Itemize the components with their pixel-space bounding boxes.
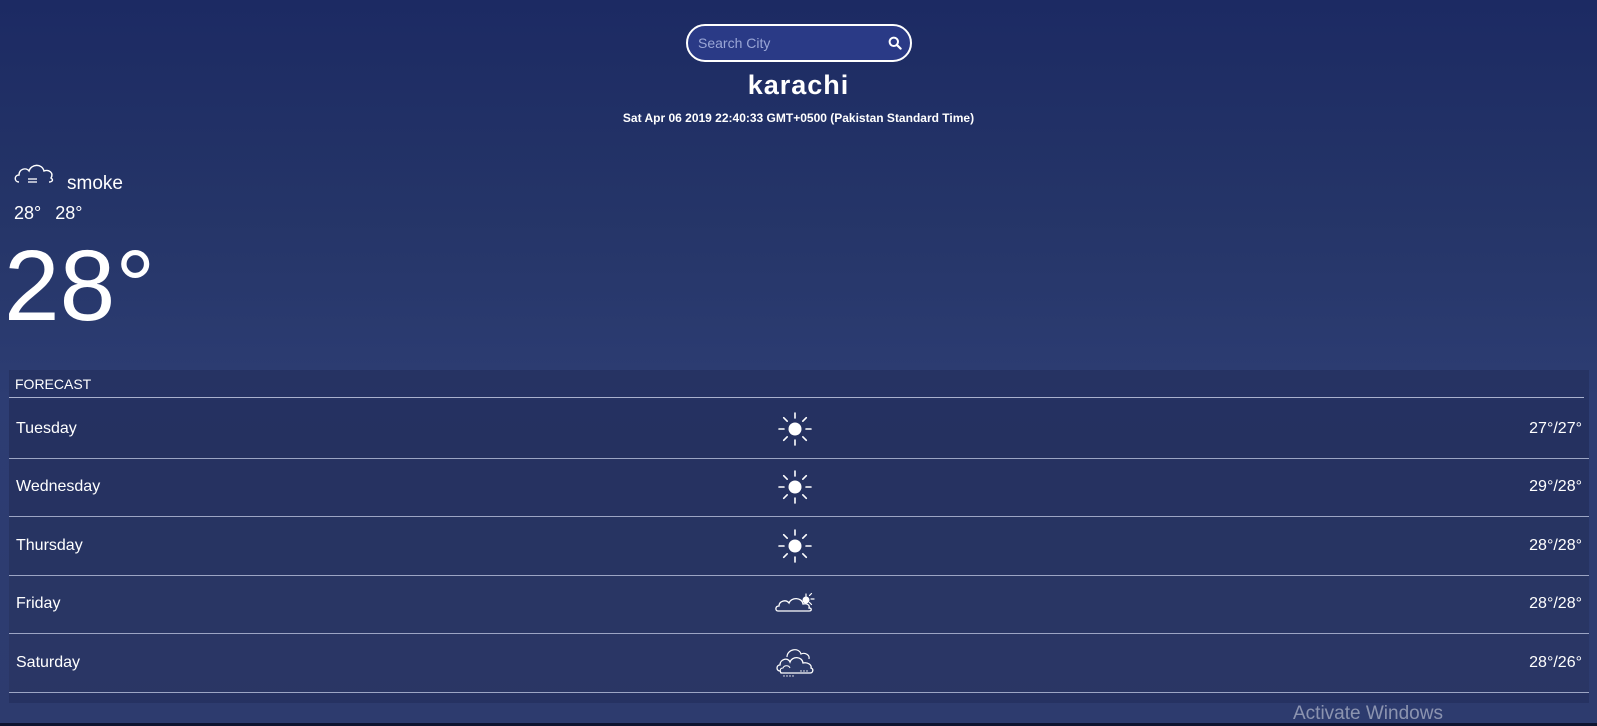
forecast-temps: 29°/28° bbox=[1529, 478, 1582, 496]
search-bar bbox=[686, 24, 912, 62]
min-max-temps: 28° 28° bbox=[14, 203, 82, 224]
search-icon bbox=[888, 36, 902, 50]
city-name: karachi bbox=[747, 70, 850, 100]
sun-icon bbox=[778, 470, 812, 505]
forecast-day: Saturday bbox=[16, 653, 81, 671]
temp-max: 28° bbox=[55, 203, 83, 223]
forecast-temps: 28°/28° bbox=[1529, 536, 1582, 554]
forecast-day: Tuesday bbox=[16, 419, 77, 437]
smoke-cloud-icon bbox=[14, 164, 54, 183]
forecast-row: Saturday 28°/26° bbox=[9, 634, 1589, 693]
date-time: Sat Apr 06 2019 22:40:33 GMT+0500 (Pakis… bbox=[622, 111, 975, 125]
current-temperature: 28° bbox=[4, 230, 156, 342]
search-input[interactable] bbox=[688, 26, 879, 60]
cloudy-rain-icon bbox=[776, 648, 814, 677]
sun-icon bbox=[778, 411, 812, 446]
forecast-panel: FORECAST Tuesday 27°/27° Wednesday 29°/2… bbox=[9, 370, 1589, 703]
sun-icon bbox=[778, 528, 812, 563]
cloud-sun-icon bbox=[775, 593, 815, 612]
forecast-row: Tuesday 27°/27° bbox=[9, 400, 1589, 459]
temp-min: 28° bbox=[14, 203, 42, 223]
forecast-row: Wednesday 29°/28° bbox=[9, 458, 1589, 517]
forecast-day: Friday bbox=[16, 595, 61, 613]
forecast-temps: 28°/28° bbox=[1529, 595, 1582, 613]
forecast-temps: 28°/26° bbox=[1529, 653, 1582, 671]
forecast-row: Friday 28°/28° bbox=[9, 575, 1589, 634]
condition-label: smoke bbox=[67, 173, 123, 194]
forecast-day: Wednesday bbox=[16, 478, 101, 496]
forecast-row: Thursday 28°/28° bbox=[9, 517, 1589, 576]
forecast-temps: 27°/27° bbox=[1529, 419, 1582, 437]
forecast-title: FORECAST bbox=[9, 370, 1584, 398]
forecast-day: Thursday bbox=[16, 536, 83, 554]
activate-windows-watermark: Activate Windows bbox=[1293, 703, 1443, 724]
search-button[interactable] bbox=[879, 26, 910, 60]
